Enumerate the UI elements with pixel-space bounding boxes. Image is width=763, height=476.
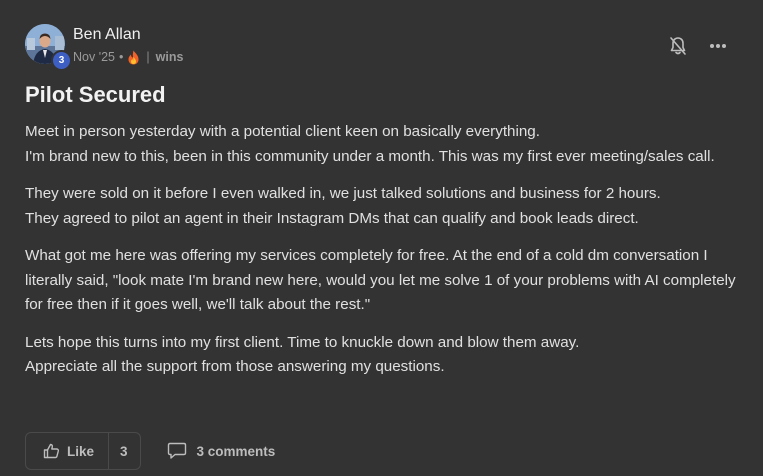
like-group: Like 3 — [25, 432, 141, 470]
author-name[interactable]: Ben Allan — [73, 25, 183, 45]
post-card: 3 Ben Allan Nov '25 • | wins Pilot Secur… — [0, 0, 763, 476]
post-meta: Nov '25 • | wins — [73, 49, 183, 65]
meta-dot: • — [119, 50, 124, 64]
thumbs-up-icon — [43, 443, 60, 459]
post-footer: Like 3 3 comments — [25, 432, 275, 470]
avatar-container[interactable]: 3 — [25, 24, 72, 71]
meta-pipe: | — [146, 50, 150, 64]
body-line: What got me here was offering my service… — [25, 247, 736, 313]
post-date: Nov '25 — [73, 50, 115, 64]
fire-icon — [128, 50, 139, 64]
post-title: Pilot Secured — [25, 82, 166, 107]
paragraph-2: They were sold on it before I even walke… — [25, 182, 737, 231]
body-line: Meet in person yesterday with a potentia… — [25, 123, 540, 140]
body-line: I'm brand new to this, been in this comm… — [25, 147, 715, 165]
like-count[interactable]: 3 — [109, 444, 140, 459]
paragraph-4: Lets hope this turns into my first clien… — [25, 331, 737, 380]
paragraph-3: What got me here was offering my service… — [25, 244, 737, 318]
bell-off-icon[interactable] — [669, 36, 687, 56]
author-meta: Ben Allan Nov '25 • | wins — [73, 24, 183, 65]
more-horizontal-icon[interactable] — [709, 43, 727, 49]
level-badge: 3 — [51, 50, 72, 71]
comments-label: 3 comments — [196, 443, 276, 459]
post-header: 3 Ben Allan Nov '25 • | wins — [25, 24, 183, 71]
body-line: Lets hope this turns into my first clien… — [25, 333, 580, 351]
post-actions — [669, 36, 727, 56]
paragraph-1: Meet in person yesterday with a potentia… — [25, 120, 737, 169]
body-line: Appreciate all the support from those an… — [25, 358, 445, 375]
body-line: They agreed to pilot an agent in their I… — [25, 209, 639, 227]
body-line: They were sold on it before I even walke… — [25, 185, 661, 202]
category-link[interactable]: wins — [156, 49, 184, 65]
post-body: Meet in person yesterday with a potentia… — [25, 120, 737, 393]
comments-button[interactable]: 3 comments — [167, 442, 276, 460]
comment-icon — [167, 442, 186, 459]
like-label: Like — [67, 443, 95, 459]
like-button[interactable]: Like — [26, 433, 110, 469]
